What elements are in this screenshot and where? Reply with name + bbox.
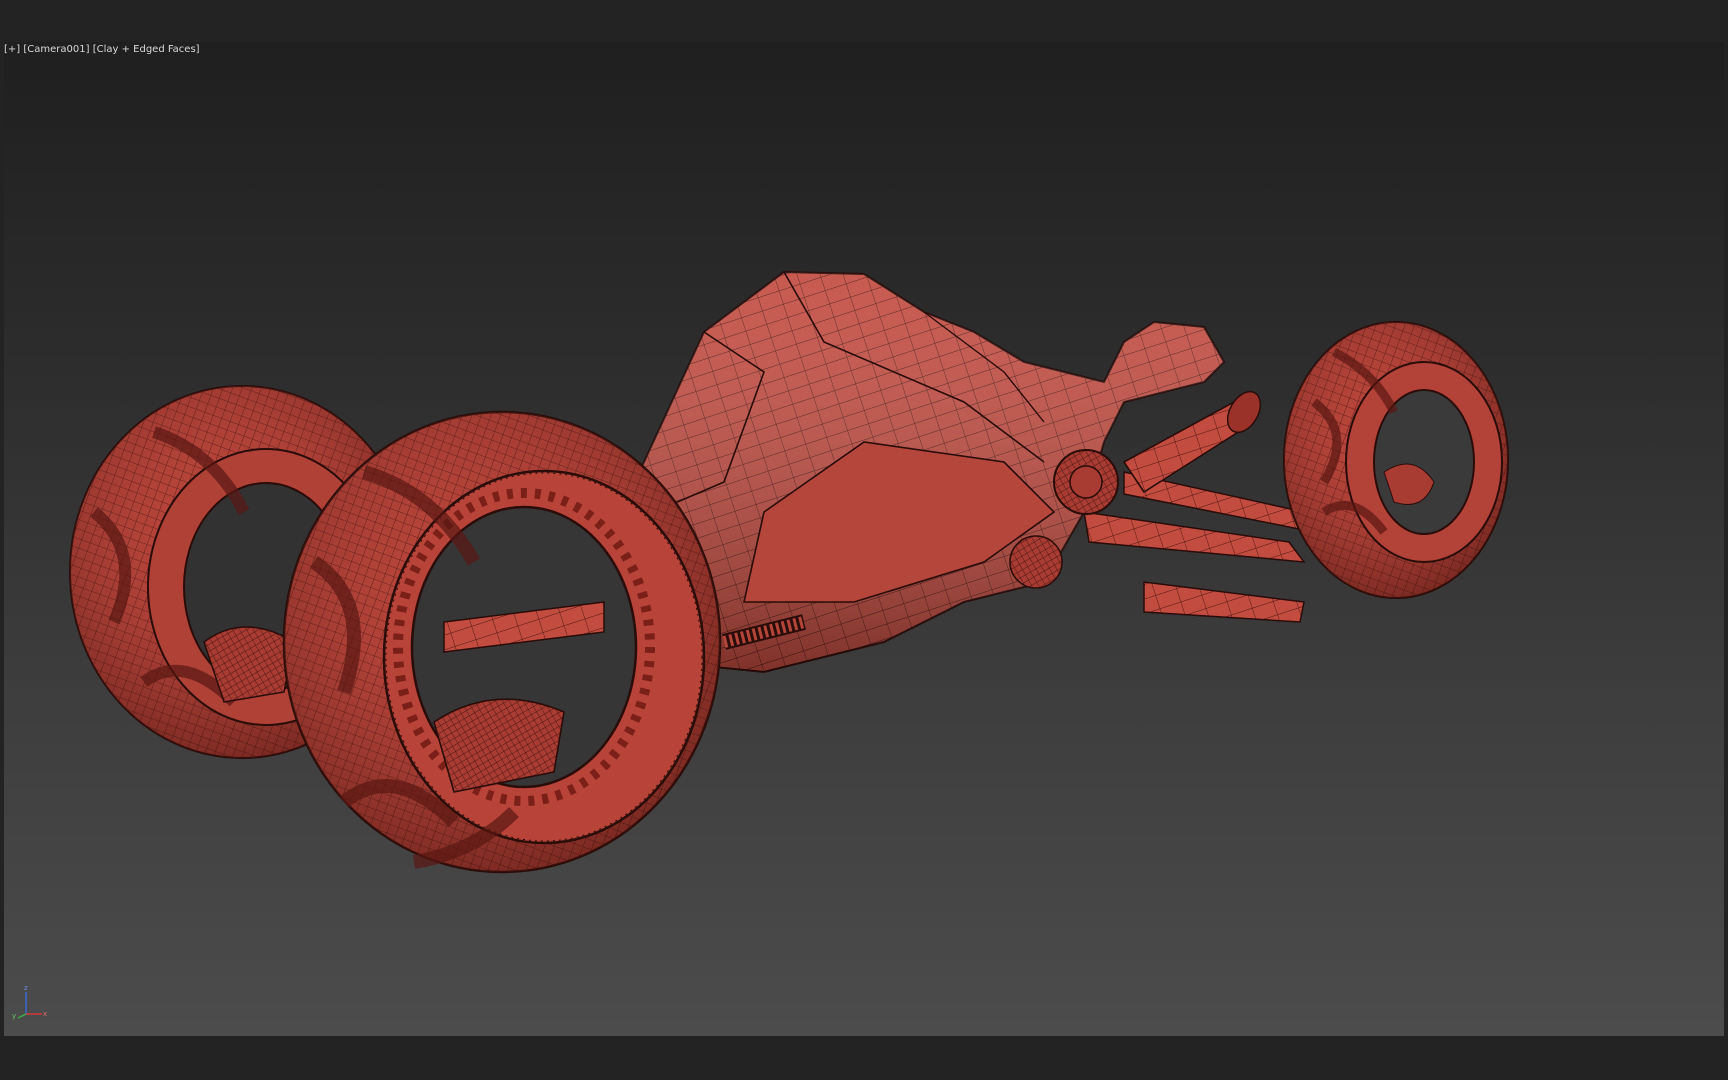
front-right-wheel [282,410,722,874]
top-toolbar-area [0,0,1728,42]
viewport-camera001[interactable]: [+] [Camera001] [Clay + Edged Faces] z x… [4,42,1724,1036]
axis-y-label: y [12,1012,16,1020]
axis-z-label: z [24,984,28,992]
bottom-status-area [0,1036,1728,1080]
trike-model-icon[interactable] [4,42,1724,1036]
axis-icon: z x y [12,984,47,1020]
axis-gizmo: z x y [10,982,50,1022]
rear-wheel [1283,321,1509,599]
axis-x-label: x [43,1010,47,1018]
app-window: [+] [Camera001] [Clay + Edged Faces] z x… [0,0,1728,1080]
